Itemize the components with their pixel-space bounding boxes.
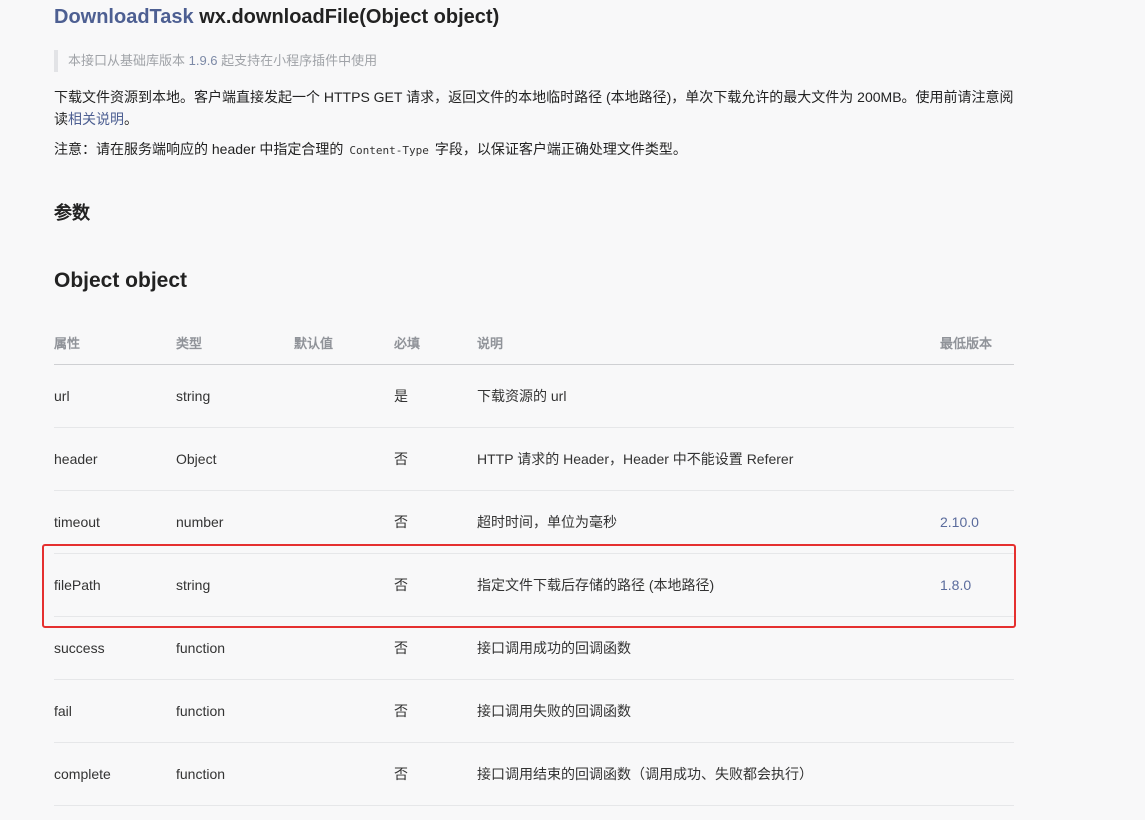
cell-default — [294, 742, 394, 806]
cell-default — [294, 427, 394, 491]
cell-default — [294, 490, 394, 554]
version-tip: 本接口从基础库版本 1.9.6 起支持在小程序插件中使用 — [54, 50, 377, 72]
header-desc: 说明 — [477, 320, 940, 365]
note-prefix: 注意：请在服务端响应的 header 中指定合理的 — [54, 141, 344, 157]
header-version: 最低版本 — [940, 320, 1014, 365]
cell-required: 否 — [394, 742, 477, 806]
cell-desc: 指定文件下载后存储的路径 (本地路径) — [477, 553, 940, 617]
cell-desc: HTTP 请求的 Header，Header 中不能设置 Referer — [477, 427, 940, 491]
cell-desc: 接口调用失败的回调函数 — [477, 679, 940, 743]
cell-required: 否 — [394, 427, 477, 491]
cell-version — [940, 679, 1014, 743]
cell-version — [940, 742, 1014, 806]
cell-version — [940, 427, 1014, 491]
cell-type: function — [176, 742, 294, 806]
cell-type: string — [176, 364, 294, 428]
cell-required: 否 — [394, 490, 477, 554]
cell-name: header — [54, 427, 176, 491]
cell-desc: 接口调用结束的回调函数（调用成功、失败都会执行） — [477, 742, 940, 806]
params-heading: 参数 — [54, 203, 90, 223]
table-row: complete function 否 接口调用结束的回调函数（调用成功、失败都… — [54, 742, 1014, 806]
cell-version[interactable]: 2.10.0 — [940, 490, 1014, 554]
cell-name: filePath — [54, 553, 176, 617]
cell-type: Object — [176, 427, 294, 491]
cell-required: 是 — [394, 364, 477, 428]
page-title: DownloadTask wx.downloadFile(Object obje… — [54, 6, 499, 29]
table-row: fail function 否 接口调用失败的回调函数 — [54, 679, 1014, 743]
table-row: filePath string 否 指定文件下载后存储的路径 (本地路径) 1.… — [54, 553, 1014, 617]
header-name: 属性 — [54, 320, 176, 365]
cell-type: number — [176, 490, 294, 554]
cell-version — [940, 616, 1014, 680]
tip-version: 1.9.6 — [188, 53, 218, 68]
cell-default — [294, 679, 394, 743]
header-required: 必填 — [394, 320, 477, 365]
tip-prefix: 本接口从基础库版本 — [68, 53, 189, 68]
params-table: 属性 类型 默认值 必填 说明 最低版本 url string 是 下载资源的 … — [54, 320, 1014, 806]
description-text: 下载文件资源到本地。客户端直接发起一个 HTTPS GET 请求，返回文件的本地… — [54, 89, 1014, 127]
note-suffix: 字段，以保证客户端正确处理文件类型。 — [434, 141, 687, 157]
cell-version[interactable]: 1.8.0 — [940, 553, 1014, 617]
cell-name: url — [54, 364, 176, 428]
function-signature: wx.downloadFile(Object object) — [199, 6, 500, 28]
header-default: 默认值 — [294, 320, 394, 365]
note-code: Content-Type — [349, 144, 429, 157]
table-row: timeout number 否 超时时间，单位为毫秒 2.10.0 — [54, 490, 1014, 554]
cell-desc: 下载资源的 url — [477, 364, 940, 428]
cell-required: 否 — [394, 553, 477, 617]
cell-default — [294, 616, 394, 680]
description-end: 。 — [124, 111, 138, 127]
cell-name: complete — [54, 742, 176, 806]
table-row: header Object 否 HTTP 请求的 Header，Header 中… — [54, 427, 1014, 491]
cell-desc: 超时时间，单位为毫秒 — [477, 490, 940, 554]
cell-required: 否 — [394, 679, 477, 743]
table-row: url string 是 下载资源的 url — [54, 364, 1014, 428]
note: 注意：请在服务端响应的 header 中指定合理的 Content-Type 字段，… — [54, 138, 687, 162]
cell-desc: 接口调用成功的回调函数 — [477, 616, 940, 680]
description: 下载文件资源到本地。客户端直接发起一个 HTTPS GET 请求，返回文件的本地… — [54, 86, 1019, 130]
cell-type: function — [176, 679, 294, 743]
tip-suffix: 起支持在小程序插件中使用 — [217, 53, 378, 68]
cell-default — [294, 553, 394, 617]
cell-name: timeout — [54, 490, 176, 554]
table-row: success function 否 接口调用成功的回调函数 — [54, 616, 1014, 680]
cell-type: function — [176, 616, 294, 680]
object-heading: Object object — [54, 269, 188, 292]
cell-name: fail — [54, 679, 176, 743]
cell-required: 否 — [394, 616, 477, 680]
type-link[interactable]: DownloadTask — [54, 6, 194, 28]
table-header-row: 属性 类型 默认值 必填 说明 最低版本 — [54, 320, 1014, 365]
cell-default — [294, 364, 394, 428]
cell-type: string — [176, 553, 294, 617]
header-type: 类型 — [176, 320, 294, 365]
cell-name: success — [54, 616, 176, 680]
cell-version — [940, 364, 1014, 428]
related-docs-link[interactable]: 相关说明 — [68, 111, 124, 127]
